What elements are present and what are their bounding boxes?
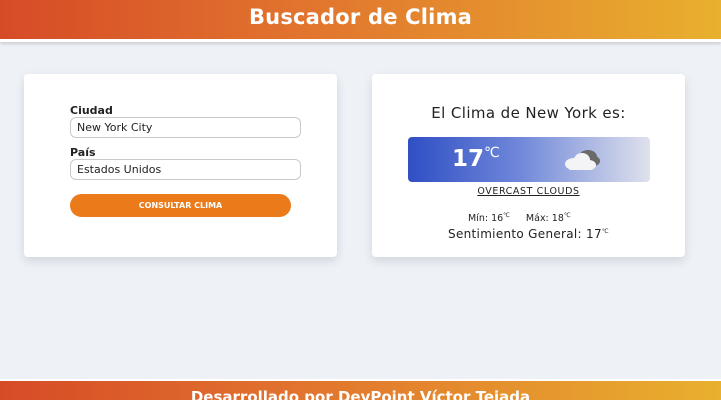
temperature-number: 17 bbox=[452, 146, 485, 172]
temperature-unit: ℃ bbox=[484, 145, 500, 161]
feels-like-label: Sentimiento General: 17 bbox=[448, 227, 602, 241]
footer-credit: Desarrollado por DevPoint Víctor Tejada bbox=[190, 388, 531, 400]
cloud-icon bbox=[565, 150, 600, 170]
country-label: País bbox=[70, 146, 96, 159]
consult-weather-button[interactable]: Consultar Clima bbox=[70, 194, 291, 217]
feels-like-unit: ℃ bbox=[601, 228, 609, 235]
country-input[interactable] bbox=[70, 159, 301, 180]
max-temp-label: Máx: 18 bbox=[525, 213, 564, 225]
feels-like: Sentimiento General: 17℃ bbox=[372, 227, 685, 241]
min-temp-label: Mín: 16 bbox=[468, 213, 504, 225]
city-input[interactable] bbox=[70, 117, 301, 138]
min-temp: Mín: 16℃ bbox=[468, 212, 510, 224]
temperature-box: 17℃ bbox=[408, 137, 650, 182]
result-title: El Clima de New York es: bbox=[431, 104, 626, 122]
search-form-card: Ciudad País Consultar Clima bbox=[24, 74, 337, 257]
city-label: Ciudad bbox=[70, 104, 113, 117]
min-temp-unit: ℃ bbox=[503, 212, 510, 219]
app-header: Buscador de Clima bbox=[0, 0, 721, 42]
min-max-temps: Mín: 16℃ Máx: 18℃ bbox=[468, 212, 571, 224]
weather-description: OVERCAST CLOUDS bbox=[477, 186, 580, 197]
app-footer: Desarrollado por DevPoint Víctor Tejada bbox=[0, 379, 721, 400]
max-temp-unit: ℃ bbox=[563, 212, 571, 219]
temperature-value: 17℃ bbox=[452, 145, 500, 172]
page-title: Buscador de Clima bbox=[248, 4, 473, 29]
max-temp: Máx: 18℃ bbox=[526, 212, 571, 224]
weather-result-card: El Clima de New York es: 17℃ OVERCAST CL… bbox=[372, 74, 685, 257]
